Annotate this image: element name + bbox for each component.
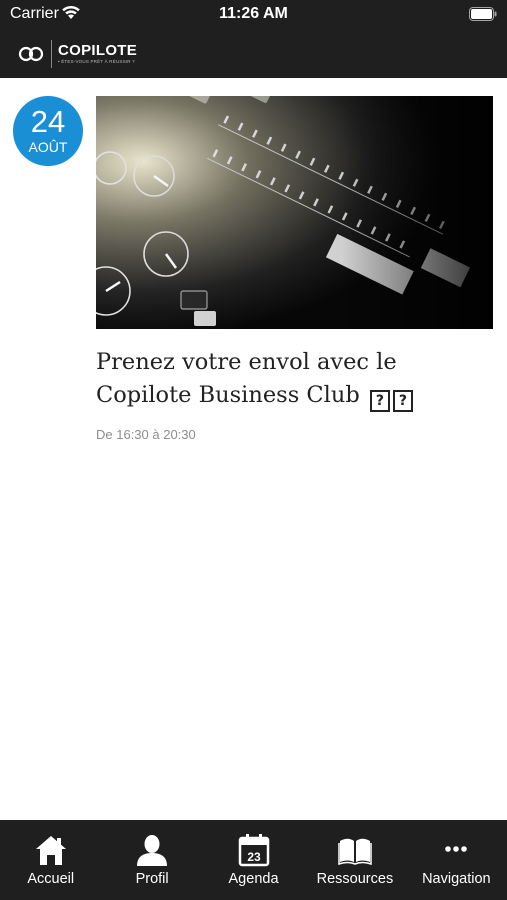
home-icon	[35, 836, 66, 865]
more-icon	[445, 846, 468, 852]
tab-agenda[interactable]: 23 Agenda	[203, 820, 304, 900]
tab-navigation[interactable]: Navigation	[406, 820, 507, 900]
event-title[interactable]: Prenez votre envol avec le Copilote Busi…	[96, 346, 496, 412]
tab-label: Navigation	[422, 871, 491, 887]
event-day: 24	[30, 104, 66, 139]
tab-ressources[interactable]: Ressources	[304, 820, 405, 900]
tab-bar: Accueil Profil 23 Agenda Ressources Navi…	[0, 820, 507, 900]
missing-glyph-icon: ?	[369, 390, 390, 412]
book-icon	[338, 838, 372, 866]
infinity-logo-icon	[18, 46, 44, 62]
logo-divider	[51, 40, 52, 68]
copilote-logo[interactable]: COPILOTE • ÊTES-VOUS PRÊT À RÉUSSIR ?	[18, 38, 137, 70]
cockpit-image	[96, 96, 493, 329]
app-header: COPILOTE • ÊTES-VOUS PRÊT À RÉUSSIR ?	[0, 30, 507, 78]
battery-icon	[469, 7, 497, 21]
event-month: AOÛT	[28, 139, 68, 155]
logo-name: COPILOTE	[58, 42, 138, 59]
tab-label: Ressources	[316, 871, 394, 887]
event-date-badge: 24 AOÛT	[13, 96, 83, 166]
event-image[interactable]	[96, 96, 493, 329]
status-bar: Carrier 11:26 AM	[0, 0, 507, 30]
tab-label: Profil	[135, 871, 169, 887]
clock: 11:26 AM	[219, 5, 288, 22]
missing-glyph-icon: ?	[392, 390, 413, 412]
logo-text: COPILOTE • ÊTES-VOUS PRÊT À RÉUSSIR ?	[58, 43, 137, 65]
tab-accueil[interactable]: Accueil	[0, 820, 101, 900]
tab-label: Agenda	[228, 871, 279, 887]
event-title-text: Prenez votre envol avec le Copilote Busi…	[96, 349, 397, 408]
tab-profil[interactable]: Profil	[101, 820, 202, 900]
logo-tagline: • ÊTES-VOUS PRÊT À RÉUSSIR ?	[58, 59, 135, 64]
person-icon	[137, 835, 168, 866]
event-time: De 16:30 à 20:30	[96, 427, 196, 442]
calendar-icon: 23	[238, 834, 269, 867]
tab-label: Accueil	[27, 871, 75, 887]
calendar-day-number: 23	[247, 850, 261, 864]
